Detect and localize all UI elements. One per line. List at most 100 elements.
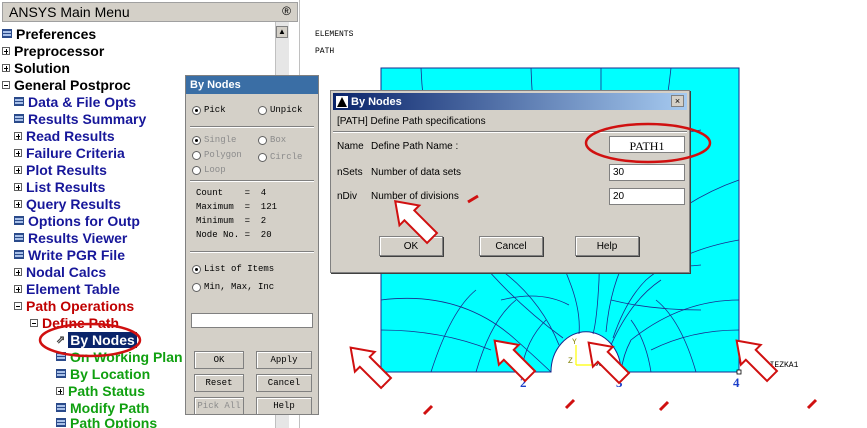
close-icon[interactable]: ×: [671, 95, 684, 107]
box-radio: Box: [258, 135, 286, 145]
picker-titlebar[interactable]: By Nodes: [186, 76, 318, 94]
dialog-cancel-button[interactable]: Cancel: [479, 236, 543, 256]
radio-off-icon: [258, 135, 267, 145]
picker-divider: [190, 251, 314, 253]
pick-count: Count = 4: [196, 188, 267, 198]
menu-nodal-calcs[interactable]: Nodal Calcs: [14, 263, 106, 280]
circle-radio: Circle: [258, 152, 302, 162]
box-icon: [56, 369, 66, 378]
menu-define-path[interactable]: Define Path: [30, 314, 119, 331]
nsets-key-label: nSets: [337, 167, 363, 178]
menu-options-for-outp[interactable]: Options for Outp: [14, 212, 140, 229]
expand-plus-icon[interactable]: [2, 46, 10, 55]
radio-on-icon[interactable]: [192, 105, 201, 115]
radio-off-icon: [192, 150, 201, 160]
menu-results-summary[interactable]: Results Summary: [14, 110, 146, 127]
expand-plus-icon[interactable]: [14, 131, 22, 140]
path-name-label: SCIEZKA1: [760, 361, 799, 370]
box-icon: [14, 250, 24, 259]
expand-plus-icon[interactable]: [56, 386, 64, 395]
menu-plot-results[interactable]: Plot Results: [14, 161, 107, 178]
expand-plus-icon[interactable]: [14, 148, 22, 157]
dialog-title: By Nodes: [351, 95, 402, 108]
menu-failure-criteria[interactable]: Failure Criteria: [14, 144, 125, 161]
nsets-input[interactable]: 30: [609, 164, 685, 181]
menu-path-operations[interactable]: Path Operations: [14, 297, 134, 314]
box-icon: [56, 418, 66, 427]
box-icon: [56, 403, 66, 412]
menu-element-table[interactable]: Element Table: [14, 280, 120, 297]
menu-query-results[interactable]: Query Results: [14, 195, 121, 212]
radio-off-icon[interactable]: [192, 282, 201, 292]
menu-solution[interactable]: Solution: [2, 59, 70, 76]
pick-input-field[interactable]: [191, 313, 313, 328]
pick-minimum: Minimum = 2: [196, 216, 267, 226]
single-radio: Single: [192, 135, 236, 145]
min-max-inc-radio[interactable]: Min, Max, Inc: [192, 282, 274, 292]
expand-plus-icon[interactable]: [14, 182, 22, 191]
menu-path-options[interactable]: Path Options: [56, 414, 157, 428]
by-nodes-picker-window: By Nodes Pick Unpick Single Box Polygon …: [185, 75, 319, 415]
picker-reset-button[interactable]: Reset: [194, 374, 244, 392]
axis-y-label: Y: [572, 338, 577, 347]
radio-on-icon[interactable]: [192, 264, 201, 274]
expand-plus-icon[interactable]: [14, 165, 22, 174]
axis-z-label: Z: [568, 357, 573, 366]
picker-cancel-button[interactable]: Cancel: [256, 374, 312, 392]
menu-list-results[interactable]: List Results: [14, 178, 105, 195]
dialog-ok-button[interactable]: OK: [379, 236, 443, 256]
menu-preferences[interactable]: Preferences: [2, 25, 96, 42]
collapse-minus-icon[interactable]: [30, 318, 38, 327]
name-key-label: Name: [337, 141, 364, 152]
pick-icon: ⇗: [56, 334, 66, 346]
node-number-3: 3: [616, 375, 623, 390]
box-icon: [2, 29, 12, 38]
expand-plus-icon[interactable]: [14, 284, 22, 293]
picker-pick-all-button: Pick All: [194, 397, 244, 415]
radio-on-icon: [192, 135, 201, 145]
dialog-help-button[interactable]: Help: [575, 236, 639, 256]
ndiv-input[interactable]: 20: [609, 188, 685, 205]
menu-path-status[interactable]: Path Status: [56, 382, 145, 399]
picker-divider: [190, 126, 314, 128]
box-icon: [56, 352, 66, 361]
expand-plus-icon[interactable]: [2, 63, 10, 72]
node-number-4: 4: [733, 375, 740, 390]
menu-by-nodes[interactable]: ⇗ By Nodes: [56, 331, 137, 348]
menu-by-location[interactable]: By Location: [56, 365, 150, 382]
dialog-titlebar[interactable]: By Nodes ×: [333, 93, 687, 110]
dialog-divider: [333, 131, 687, 133]
polygon-radio: Polygon: [192, 150, 242, 160]
main-menu-collapse-icon[interactable]: ®: [282, 4, 291, 18]
box-icon: [14, 216, 24, 225]
picker-divider: [190, 180, 314, 182]
picker-help-button[interactable]: Help: [256, 397, 312, 415]
expand-plus-icon[interactable]: [14, 267, 22, 276]
node-number-2: 2: [520, 375, 527, 390]
radio-off-icon: [258, 152, 267, 162]
path-name-input[interactable]: PATH1: [609, 136, 685, 153]
collapse-minus-icon[interactable]: [14, 301, 22, 310]
picker-ok-button[interactable]: OK: [194, 351, 244, 369]
menu-data-file-opts[interactable]: Data & File Opts: [14, 93, 136, 110]
unpick-radio[interactable]: Unpick: [258, 105, 302, 115]
menu-on-working-plan[interactable]: On Working Plan: [56, 348, 183, 365]
scroll-up-arrow-icon[interactable]: ▲: [276, 26, 288, 38]
expand-plus-icon[interactable]: [14, 199, 22, 208]
dialog-header: [PATH] Define Path specifications: [337, 116, 486, 127]
collapse-minus-icon[interactable]: [2, 80, 10, 89]
menu-write-pgr-file[interactable]: Write PGR File: [14, 246, 125, 263]
node-number-1: 1: [378, 375, 385, 390]
menu-read-results[interactable]: Read Results: [14, 127, 115, 144]
pick-radio[interactable]: Pick: [192, 105, 226, 115]
name-desc-label: Define Path Name :: [371, 141, 459, 152]
coordinate-triad-icon: [575, 345, 593, 366]
menu-preprocessor[interactable]: Preprocessor: [2, 42, 104, 59]
menu-results-viewer[interactable]: Results Viewer: [14, 229, 127, 246]
picker-apply-button[interactable]: Apply: [256, 351, 312, 369]
nsets-desc-label: Number of data sets: [371, 167, 462, 178]
menu-general-postproc[interactable]: General Postproc: [2, 76, 131, 93]
define-path-dialog: By Nodes × [PATH] Define Path specificat…: [330, 90, 690, 273]
list-of-items-radio[interactable]: List of Items: [192, 264, 274, 274]
radio-off-icon[interactable]: [258, 105, 267, 115]
